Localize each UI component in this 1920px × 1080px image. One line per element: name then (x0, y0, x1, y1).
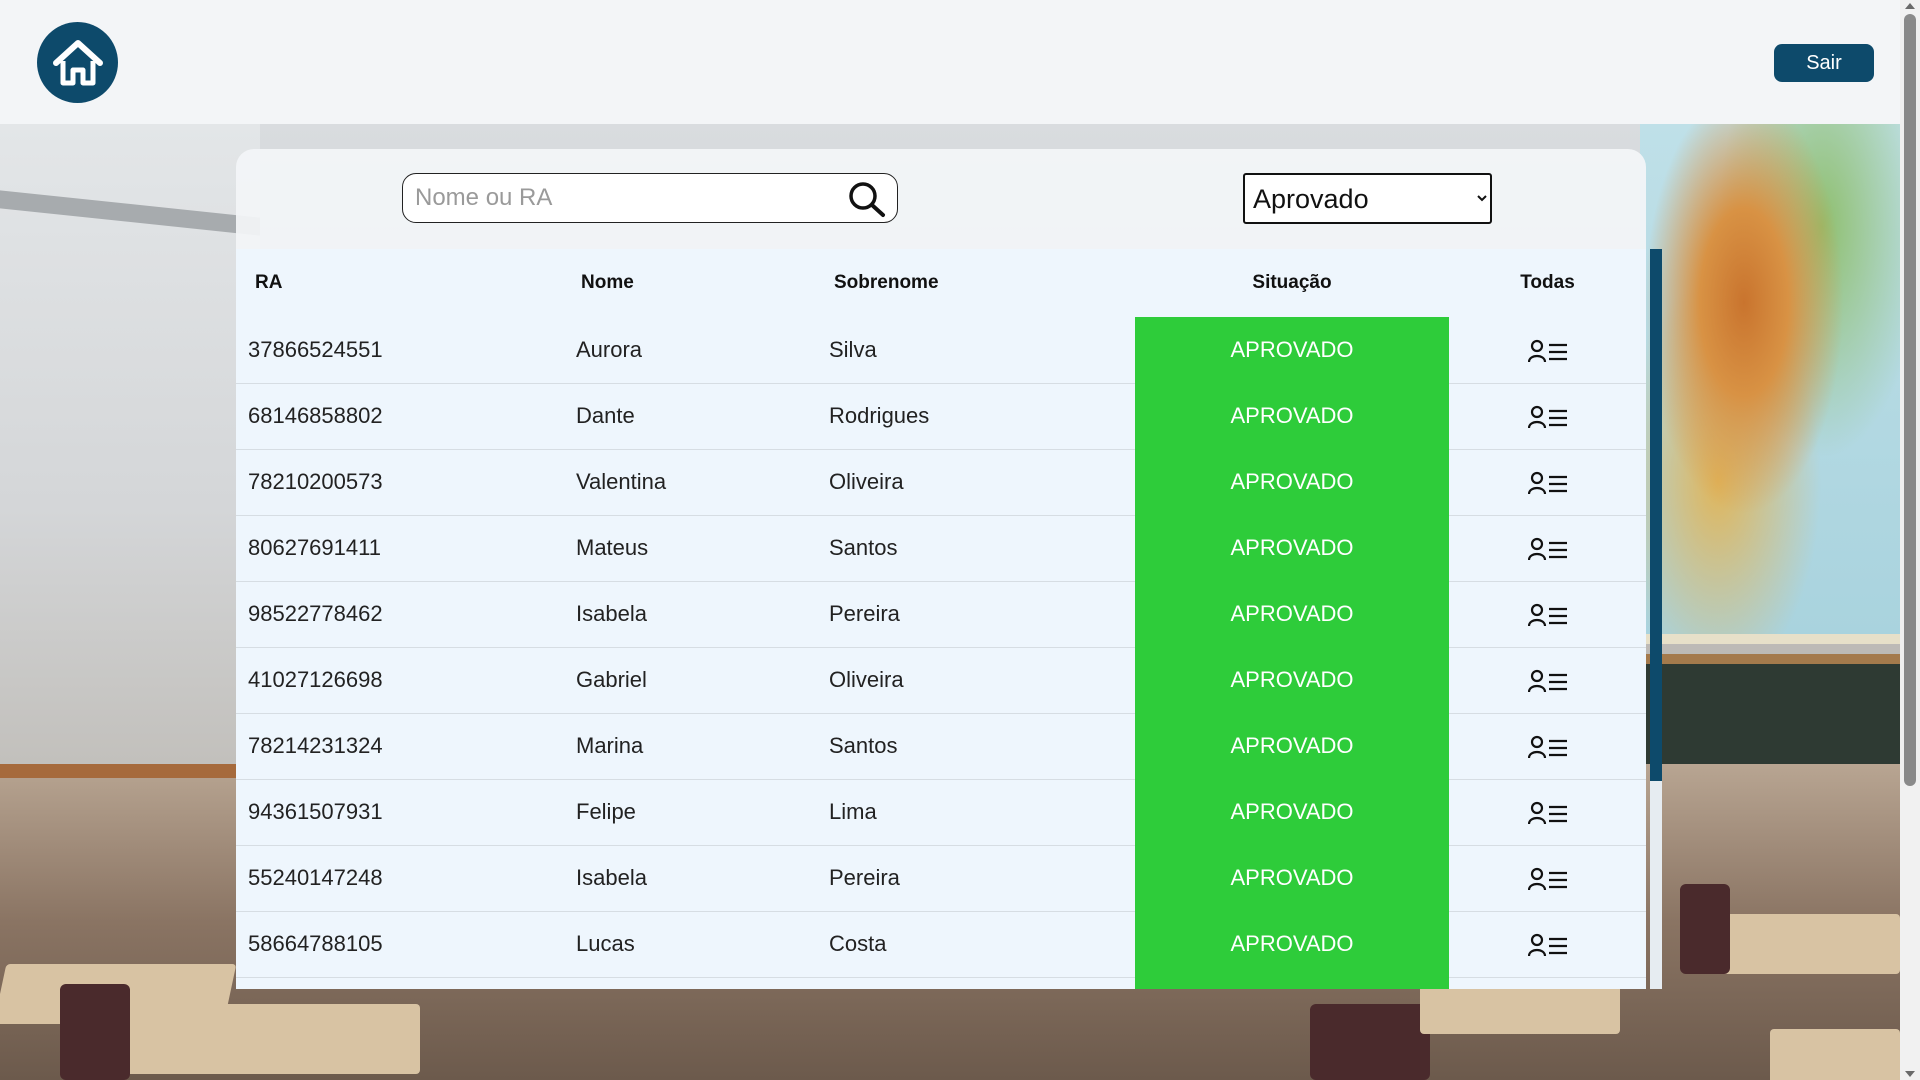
cell-sobrenome: Oliveira (829, 647, 1135, 714)
table-row[interactable]: 78214231324 Marina Santos APROVADO (236, 713, 1646, 780)
logout-button[interactable]: Sair (1774, 44, 1874, 82)
students-table: RA Nome Sobrenome Situação Todas 3786652… (236, 249, 1646, 989)
cell-ra: 94361507931 (236, 779, 576, 846)
table-header-row: RA Nome Sobrenome Situação Todas (236, 249, 1646, 317)
user-list-icon[interactable] (1527, 735, 1568, 759)
status-badge: APROVADO (1135, 449, 1449, 516)
table-row-partial (236, 977, 1646, 989)
page-scrollbar[interactable] (1900, 0, 1920, 1080)
user-list-icon[interactable] (1527, 867, 1568, 891)
status-badge: APROVADO (1135, 383, 1449, 450)
cell-nome: Lucas (576, 911, 829, 978)
cell-todas (1449, 713, 1646, 780)
cell-ra: 58664788105 (236, 911, 576, 978)
table-row[interactable]: 68146858802 Dante Rodrigues APROVADO (236, 383, 1646, 450)
user-list-icon[interactable] (1527, 933, 1568, 957)
cell-ra: 78210200573 (236, 449, 576, 516)
cell-nome: Felipe (576, 779, 829, 846)
user-list-icon[interactable] (1527, 603, 1568, 627)
cell-nome: Mateus (576, 515, 829, 582)
cell-nome: Marina (576, 713, 829, 780)
column-header-ra[interactable]: RA (236, 249, 576, 317)
table-row[interactable]: 98522778462 Isabela Pereira APROVADO (236, 581, 1646, 648)
status-badge-partial (1135, 977, 1449, 989)
cell-todas (1449, 647, 1646, 714)
filter-bar: Aprovado (236, 149, 1646, 249)
cell-sobrenome: Oliveira (829, 449, 1135, 516)
user-list-icon[interactable] (1527, 801, 1568, 825)
cell-sobrenome: Santos (829, 515, 1135, 582)
table-row[interactable]: 37866524551 Aurora Silva APROVADO (236, 317, 1646, 384)
students-panel: Aprovado RA Nome Sobrenome Situação Toda… (236, 149, 1662, 989)
status-badge: APROVADO (1135, 911, 1449, 978)
cell-ra: 80627691411 (236, 515, 576, 582)
table-row[interactable]: 94361507931 Felipe Lima APROVADO (236, 779, 1646, 846)
user-list-icon[interactable] (1527, 669, 1568, 693)
cell-ra: 98522778462 (236, 581, 576, 648)
column-header-sobrenome[interactable]: Sobrenome (829, 249, 1135, 317)
status-badge: APROVADO (1135, 581, 1449, 648)
cell-todas (1449, 845, 1646, 912)
cell-sobrenome: Costa (829, 911, 1135, 978)
scroll-up-arrow[interactable] (1905, 3, 1915, 9)
column-header-todas[interactable]: Todas (1449, 249, 1646, 317)
cell-nome: Isabela (576, 581, 829, 648)
cell-todas (1449, 449, 1646, 516)
table-row[interactable]: 58664788105 Lucas Costa APROVADO (236, 911, 1646, 978)
status-badge: APROVADO (1135, 647, 1449, 714)
cell-sobrenome: Pereira (829, 845, 1135, 912)
user-list-icon[interactable] (1527, 537, 1568, 561)
cell-todas (1449, 779, 1646, 846)
search-box[interactable] (402, 173, 898, 223)
cell-nome: Aurora (576, 317, 829, 384)
cell-todas (1449, 911, 1646, 978)
table-row[interactable]: 78210200573 Valentina Oliveira APROVADO (236, 449, 1646, 516)
page-scrollbar-thumb[interactable] (1904, 14, 1916, 786)
table-row[interactable]: 41027126698 Gabriel Oliveira APROVADO (236, 647, 1646, 714)
cell-todas (1449, 383, 1646, 450)
column-header-nome[interactable]: Nome (576, 249, 829, 317)
search-input[interactable] (415, 175, 835, 221)
cell-nome: Gabriel (576, 647, 829, 714)
status-badge: APROVADO (1135, 845, 1449, 912)
status-badge: APROVADO (1135, 515, 1449, 582)
cell-ra: 68146858802 (236, 383, 576, 450)
cell-sobrenome: Santos (829, 713, 1135, 780)
status-filter-select[interactable]: Aprovado (1243, 173, 1492, 224)
cell-nome: Valentina (576, 449, 829, 516)
user-list-icon[interactable] (1527, 405, 1568, 429)
cell-ra: 55240147248 (236, 845, 576, 912)
cell-sobrenome: Silva (829, 317, 1135, 384)
table-scrollbar-thumb[interactable] (1650, 249, 1662, 781)
user-list-icon[interactable] (1527, 339, 1568, 363)
home-icon (52, 39, 103, 85)
cell-ra: 78214231324 (236, 713, 576, 780)
column-header-situacao[interactable]: Situação (1135, 249, 1449, 317)
cell-sobrenome: Pereira (829, 581, 1135, 648)
cell-nome: Dante (576, 383, 829, 450)
cell-todas (1449, 581, 1646, 648)
cell-todas (1449, 317, 1646, 384)
cell-sobrenome: Lima (829, 779, 1135, 846)
search-icon[interactable] (847, 180, 887, 218)
user-list-icon[interactable] (1527, 471, 1568, 495)
scroll-down-arrow[interactable] (1905, 1071, 1915, 1077)
status-badge: APROVADO (1135, 317, 1449, 384)
table-row[interactable]: 80627691411 Mateus Santos APROVADO (236, 515, 1646, 582)
status-badge: APROVADO (1135, 713, 1449, 780)
cell-nome: Isabela (576, 845, 829, 912)
top-header: Sair (0, 0, 1900, 124)
table-row[interactable]: 55240147248 Isabela Pereira APROVADO (236, 845, 1646, 912)
status-badge: APROVADO (1135, 779, 1449, 846)
home-button[interactable] (37, 22, 118, 103)
cell-ra: 41027126698 (236, 647, 576, 714)
cell-sobrenome: Rodrigues (829, 383, 1135, 450)
cell-todas (1449, 515, 1646, 582)
students-table-area: RA Nome Sobrenome Situação Todas 3786652… (236, 249, 1646, 989)
cell-ra: 37866524551 (236, 317, 576, 384)
